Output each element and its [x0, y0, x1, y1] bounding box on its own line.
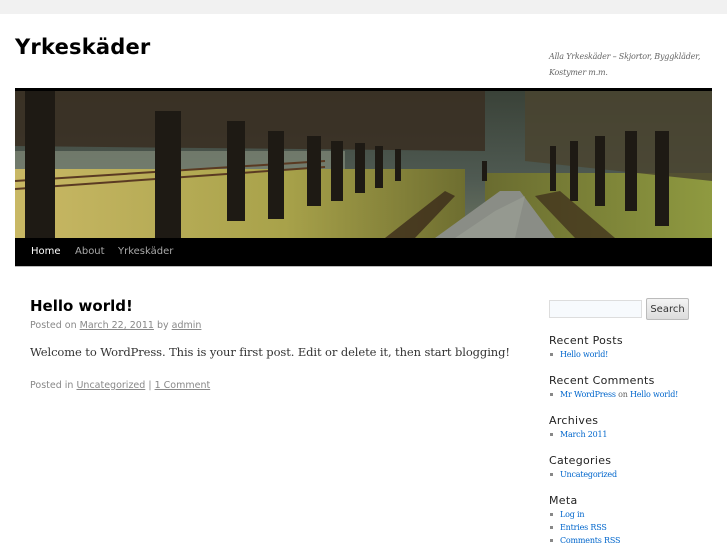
bullet-icon	[550, 433, 553, 436]
entries-rss-link[interactable]: Entries RSS	[560, 523, 607, 532]
header-image	[15, 88, 712, 238]
list-item: Uncategorized	[549, 468, 617, 481]
on-label: on	[618, 390, 628, 399]
list-item: March 2011	[549, 428, 608, 441]
list-item: Comments RSS	[549, 534, 621, 547]
categories-list: Uncategorized	[549, 468, 617, 481]
search-input[interactable]	[549, 300, 642, 318]
category-widget-link[interactable]: Uncategorized	[560, 470, 617, 479]
list-item: Entries RSS	[549, 521, 620, 534]
bullet-icon	[550, 473, 553, 476]
post-title[interactable]: Hello world!	[30, 297, 133, 315]
site-title[interactable]: Yrkeskäder	[15, 35, 150, 59]
post-date-link[interactable]: March 22, 2011	[80, 320, 154, 331]
nav-item-yrkeskladers[interactable]: Yrkeskäder	[118, 246, 173, 257]
list-item: Mr WordPress on Hello world!	[549, 388, 678, 401]
category-link[interactable]: Uncategorized	[76, 380, 145, 391]
recent-post-link[interactable]: Hello world!	[560, 350, 608, 359]
top-band	[0, 0, 727, 14]
comments-link[interactable]: 1 Comment	[155, 380, 211, 391]
login-link[interactable]: Log in	[560, 510, 585, 519]
comment-post-link[interactable]: Hello world!	[630, 390, 678, 399]
posted-on-label: Posted on	[30, 320, 77, 331]
recent-comments-list: Mr WordPress on Hello world!	[549, 388, 678, 401]
meta-list: Log in Entries RSS Comments RSS	[549, 508, 621, 547]
list-item: Log in	[549, 508, 620, 521]
header-photo-icon	[15, 91, 712, 238]
nav-item-home[interactable]: Home	[31, 246, 61, 257]
site-description: Alla Yrkeskäder – Skjortor, Byggkläder, …	[549, 52, 701, 77]
widget-title-categories: Categories	[549, 454, 612, 467]
main-nav: Home About Yrkeskäder	[15, 238, 712, 267]
posted-in-label: Posted in	[30, 380, 74, 391]
recent-posts-list: Hello world!	[549, 348, 608, 361]
post-meta: Posted on March 22, 2011 by admin	[30, 320, 201, 331]
separator: |	[148, 380, 152, 391]
archive-link[interactable]: March 2011	[560, 430, 608, 439]
bullet-icon	[550, 353, 553, 356]
widget-title-archives: Archives	[549, 414, 599, 427]
list-item: Hello world!	[549, 348, 608, 361]
post-author-link[interactable]: admin	[172, 320, 202, 331]
bullet-icon	[550, 539, 553, 542]
bullet-icon	[550, 526, 553, 529]
widget-title-meta: Meta	[549, 494, 578, 507]
comment-author-link[interactable]: Mr WordPress	[560, 390, 616, 399]
bullet-icon	[550, 513, 553, 516]
nav-item-about[interactable]: About	[75, 246, 105, 257]
archives-list: March 2011	[549, 428, 608, 441]
widget-title-recent-posts: Recent Posts	[549, 334, 623, 347]
post-footer: Posted in Uncategorized | 1 Comment	[30, 380, 210, 391]
by-label: by	[156, 320, 169, 331]
post-content: Welcome to WordPress. This is your first…	[30, 345, 510, 359]
search-button[interactable]: Search	[646, 298, 689, 320]
widget-title-recent-comments: Recent Comments	[549, 374, 655, 387]
comments-rss-link[interactable]: Comments RSS	[560, 536, 621, 545]
bullet-icon	[550, 393, 553, 396]
